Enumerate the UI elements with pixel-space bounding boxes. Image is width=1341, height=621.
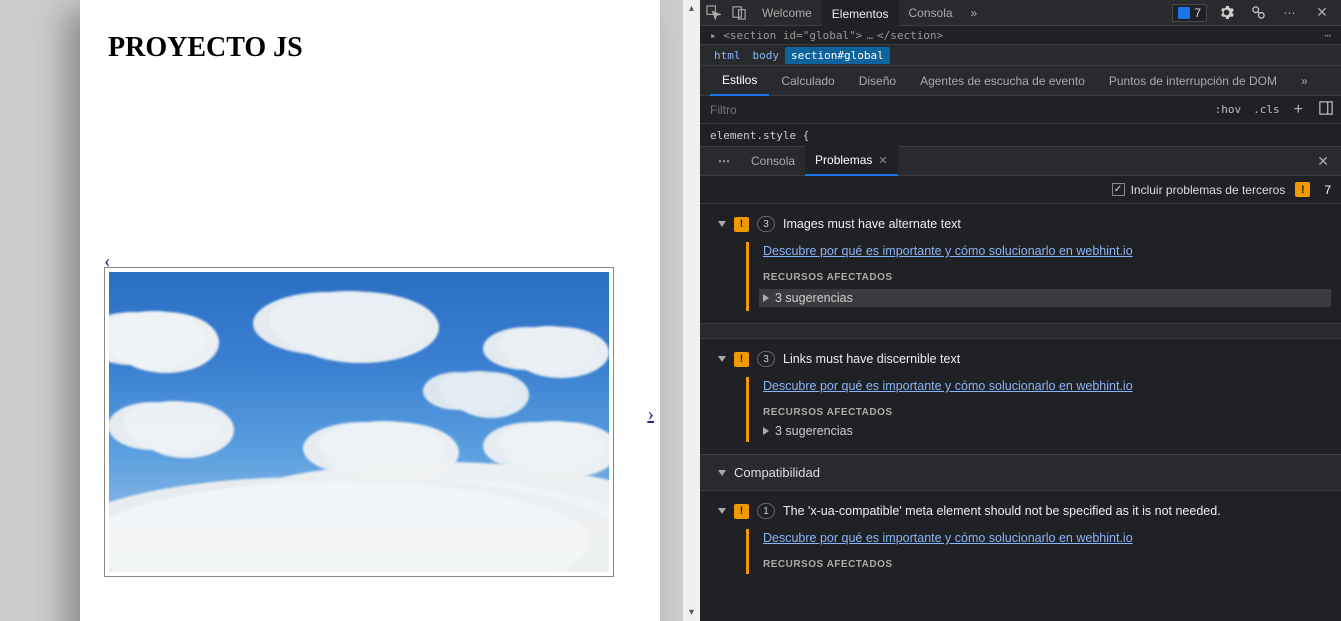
warning-icon: ! xyxy=(734,504,749,519)
dom-tree-snippet[interactable]: ▸ <section id="global"> … </section> ⋯ xyxy=(700,26,1341,44)
include-third-party-checkbox[interactable]: ✓ Incluir problemas de terceros xyxy=(1112,183,1286,197)
new-style-rule-button[interactable]: + xyxy=(1286,101,1311,119)
styles-tabs-overflow[interactable]: » xyxy=(1289,66,1320,96)
styles-tabbar: Estilos Calculado Diseño Agentes de escu… xyxy=(700,66,1341,96)
carousel-image-frame xyxy=(104,267,614,577)
more-menu-icon[interactable]: ⋯ xyxy=(1277,0,1303,26)
divider xyxy=(700,323,1341,339)
disclosure-icon[interactable] xyxy=(763,427,769,435)
tab-elements[interactable]: Elementos xyxy=(822,0,899,26)
tab-event-listeners[interactable]: Agentes de escucha de evento xyxy=(908,66,1097,96)
page-title: PROYECTO JS xyxy=(80,0,660,64)
device-toggle-icon[interactable] xyxy=(726,0,752,26)
drawer-tabbar: ⋯ Consola Problemas ✕ ✕ xyxy=(700,146,1341,176)
element-style-line[interactable]: element.style { xyxy=(700,124,1341,146)
affected-resources-label: RECURSOS AFECTADOS xyxy=(763,407,1331,418)
breadcrumb-html[interactable]: html xyxy=(708,47,747,64)
issue-group: ! 3 Links must have discernible text Des… xyxy=(700,339,1341,454)
page-document: PROYECTO JS ‹ › xyxy=(80,0,660,621)
issues-counter-badge[interactable]: 7 xyxy=(1172,4,1207,22)
breadcrumb-section[interactable]: section#global xyxy=(785,47,890,64)
issue-header-row[interactable]: ! 3 Links must have discernible text xyxy=(718,351,1331,367)
issue-detail: Descubre por qué es importante y cómo so… xyxy=(746,529,1331,574)
affected-resources-item[interactable]: 3 sugerencias xyxy=(763,424,1331,438)
disclosure-icon[interactable] xyxy=(763,294,769,302)
computed-sidebar-toggle-icon[interactable] xyxy=(1311,101,1341,118)
inspect-element-icon[interactable] xyxy=(700,0,726,26)
warning-icon: ! xyxy=(734,217,749,232)
breadcrumb-body[interactable]: body xyxy=(747,47,786,64)
styles-filter-row: :hov .cls + xyxy=(700,96,1341,124)
hov-toggle-button[interactable]: :hov xyxy=(1209,103,1248,116)
tab-layout[interactable]: Diseño xyxy=(847,66,908,96)
problems-list[interactable]: ! 3 Images must have alternate text Desc… xyxy=(700,204,1341,621)
total-warning-count: 7 xyxy=(1320,183,1331,197)
dom-breadcrumb: html body section#global xyxy=(700,44,1341,66)
carousel-next-link[interactable]: › xyxy=(647,403,654,426)
issue-count: 7 xyxy=(1194,6,1201,20)
checkbox-icon: ✓ xyxy=(1112,183,1125,196)
warning-icon: ! xyxy=(734,352,749,367)
issue-detail: Descubre por qué es importante y cómo so… xyxy=(746,377,1331,442)
warning-icon: ! xyxy=(1295,182,1310,197)
issue-count-pill: 3 xyxy=(757,216,775,232)
tab-welcome[interactable]: Welcome xyxy=(752,0,822,26)
tabs-overflow-icon[interactable]: » xyxy=(963,6,986,20)
page-scrollbar[interactable]: ▴ ▾ xyxy=(683,0,700,621)
rendered-page-pane: PROYECTO JS ‹ › ▴ ▾ xyxy=(0,0,700,621)
issue-header-row[interactable]: ! 1 The 'x-ua-compatible' meta element s… xyxy=(718,503,1331,519)
issue-count-pill: 1 xyxy=(757,503,775,519)
activity-icon[interactable] xyxy=(1245,0,1271,26)
settings-gear-icon[interactable] xyxy=(1213,0,1239,26)
issue-detail: Descubre por qué es importante y cómo so… xyxy=(746,242,1331,311)
tab-computed[interactable]: Calculado xyxy=(769,66,846,96)
devtools-panel: Welcome Elementos Consola » 7 ⋯ ✕ ▸ <sec… xyxy=(700,0,1341,621)
issue-count-pill: 3 xyxy=(757,351,775,367)
scroll-down-button[interactable]: ▾ xyxy=(683,604,700,621)
issue-group: ! 3 Images must have alternate text Desc… xyxy=(700,204,1341,323)
issue-header-row[interactable]: ! 3 Images must have alternate text xyxy=(718,216,1331,232)
issue-group: ! 1 The 'x-ua-compatible' meta element s… xyxy=(700,491,1341,586)
disclosure-icon[interactable] xyxy=(718,470,726,476)
close-devtools-icon[interactable]: ✕ xyxy=(1309,0,1335,26)
cls-toggle-button[interactable]: .cls xyxy=(1247,103,1286,116)
tab-styles[interactable]: Estilos xyxy=(710,66,769,96)
tab-console[interactable]: Consola xyxy=(899,0,963,26)
devtools-top-bar: Welcome Elementos Consola » 7 ⋯ ✕ xyxy=(700,0,1341,26)
issue-learn-more-link[interactable]: Descubre por qué es importante y cómo so… xyxy=(763,244,1133,258)
drawer-tab-console[interactable]: Consola xyxy=(741,146,805,176)
category-title: Compatibilidad xyxy=(734,465,820,480)
drawer-close-icon[interactable]: ✕ xyxy=(1305,153,1341,170)
disclosure-icon[interactable] xyxy=(718,356,726,362)
styles-filter-input[interactable] xyxy=(700,103,1209,117)
issue-info-icon xyxy=(1178,7,1190,19)
problems-toolbar: ✓ Incluir problemas de terceros ! 7 xyxy=(700,176,1341,204)
affected-resources-label: RECURSOS AFECTADOS xyxy=(763,272,1331,283)
close-tab-icon[interactable]: ✕ xyxy=(878,154,887,167)
disclosure-icon[interactable] xyxy=(718,221,726,227)
drawer-menu-icon[interactable]: ⋯ xyxy=(708,154,741,168)
carousel: ‹ › xyxy=(104,255,636,577)
issue-learn-more-link[interactable]: Descubre por qué es importante y cómo so… xyxy=(763,531,1133,545)
category-header[interactable]: Compatibilidad xyxy=(700,454,1341,491)
affected-resources-label: RECURSOS AFECTADOS xyxy=(763,559,1331,570)
issue-title: Images must have alternate text xyxy=(783,217,961,231)
scroll-up-button[interactable]: ▴ xyxy=(683,0,700,17)
disclosure-icon[interactable] xyxy=(718,508,726,514)
issue-title: The 'x-ua-compatible' meta element shoul… xyxy=(783,504,1221,518)
drawer-tab-problems[interactable]: Problemas ✕ xyxy=(805,146,898,176)
issue-learn-more-link[interactable]: Descubre por qué es importante y cómo so… xyxy=(763,379,1133,393)
tab-dom-breakpoints[interactable]: Puntos de interrupción de DOM xyxy=(1097,66,1289,96)
carousel-image xyxy=(109,272,609,572)
issue-title: Links must have discernible text xyxy=(783,352,960,366)
affected-resources-item[interactable]: 3 sugerencias xyxy=(759,289,1331,307)
